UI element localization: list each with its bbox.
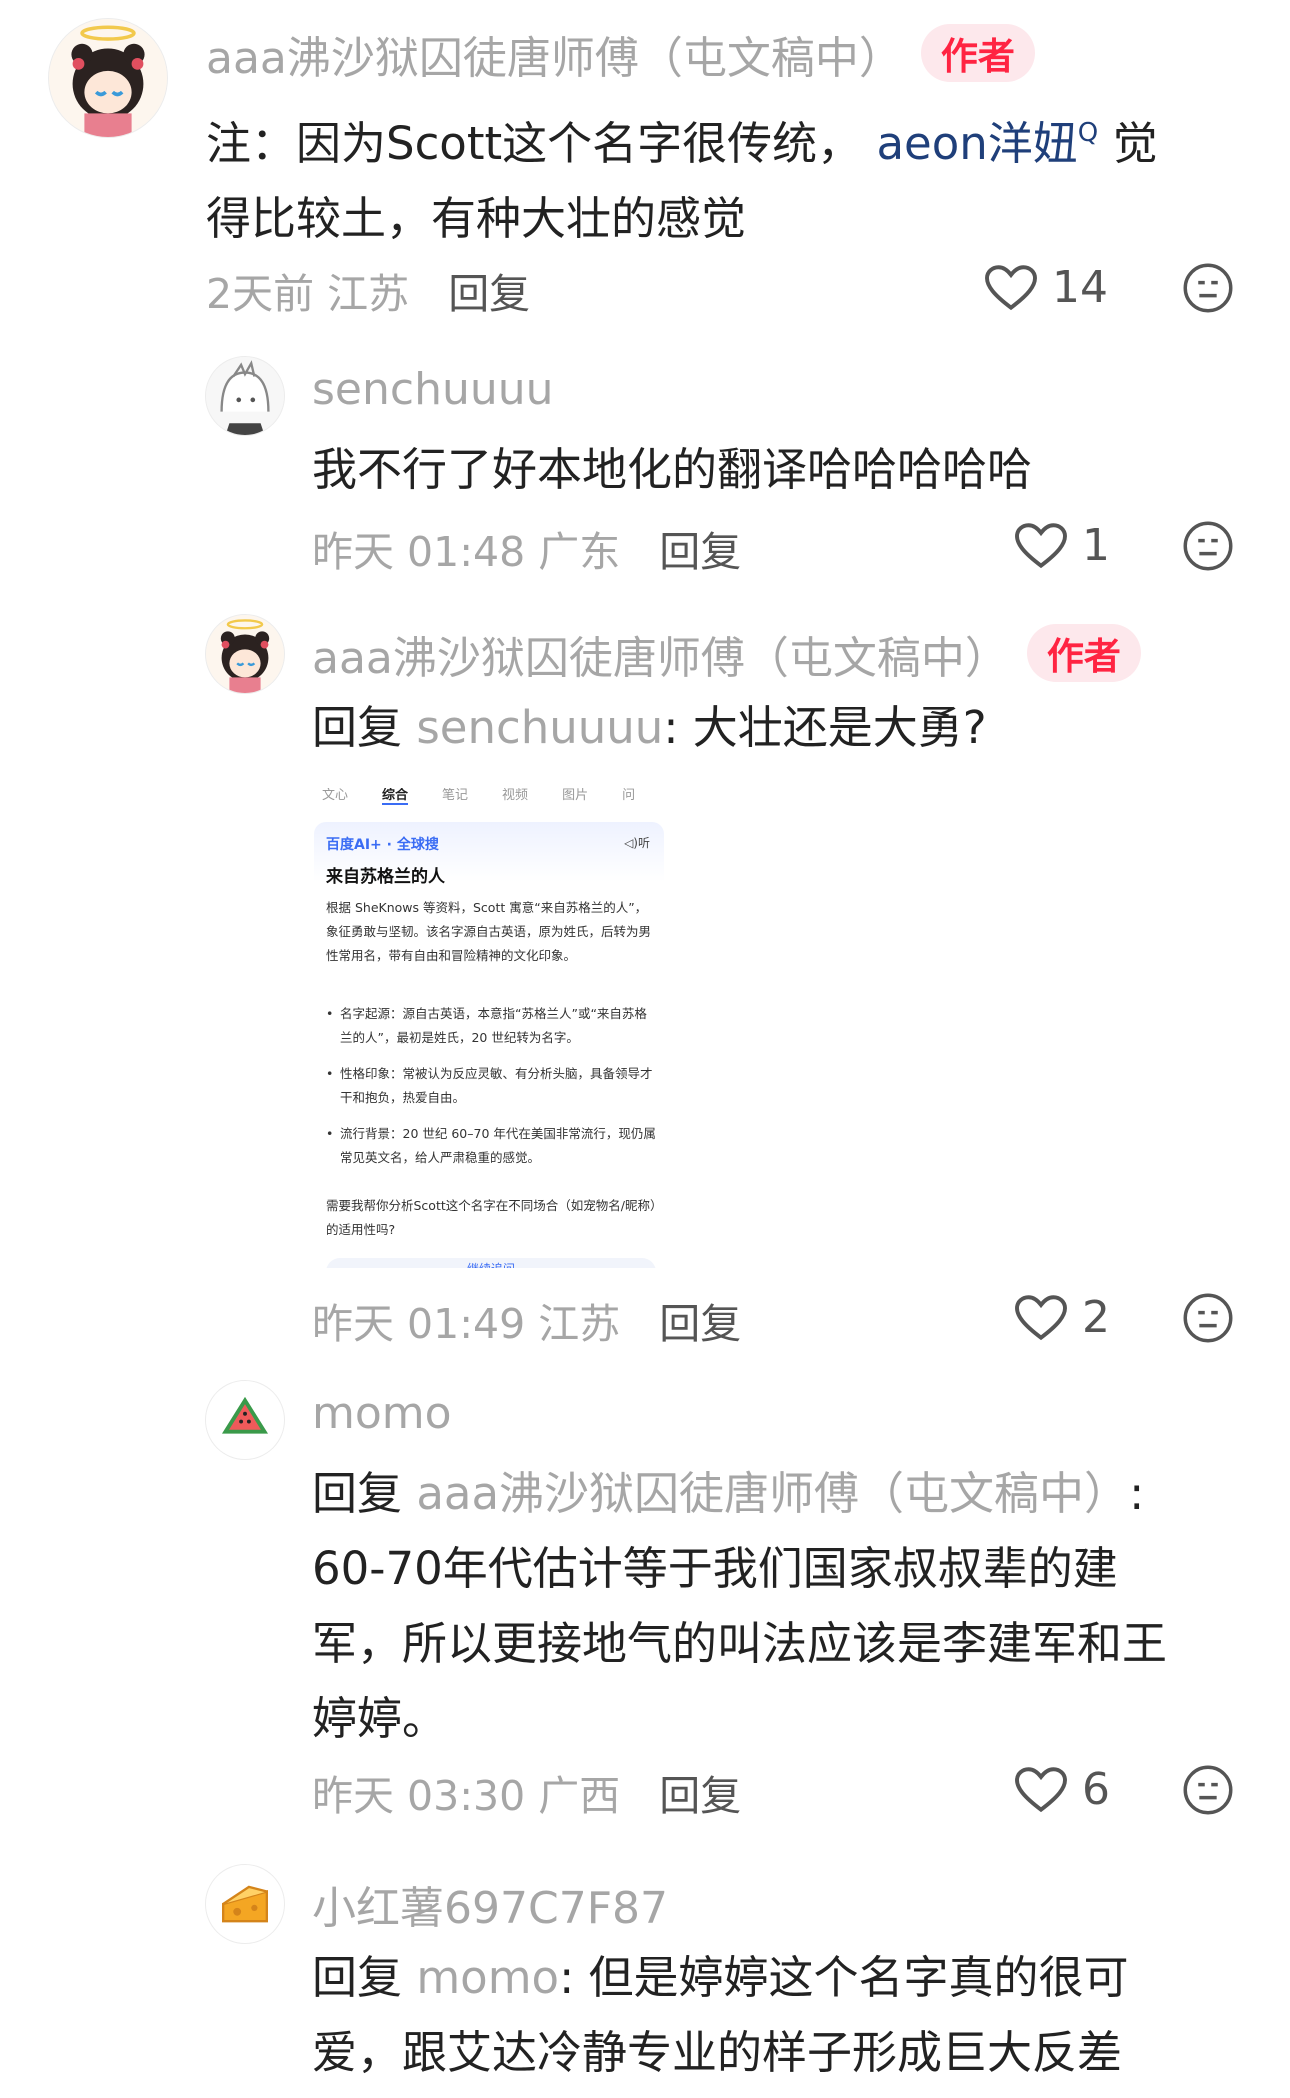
author-badge: 作者 (920, 24, 1035, 82)
comment-time: 2天前 (206, 270, 315, 318)
comment-text-part: 婷婷。 (312, 1692, 448, 1745)
heart-icon (985, 264, 1037, 310)
tab-item: 笔记 (442, 788, 469, 803)
avatar[interactable] (205, 614, 285, 694)
avatar-anime-girl-icon (49, 19, 167, 137)
avatar-anime-girl-icon (206, 615, 284, 693)
avatar[interactable] (205, 356, 285, 436)
reply-prefix: 回复 (312, 701, 403, 754)
tab-item: 综合 (382, 788, 409, 805)
emoji-reaction-icon[interactable] (1182, 1292, 1234, 1344)
answer-title: 来自苏格兰的人 (326, 867, 445, 887)
reply-button[interactable]: 回复 (659, 1300, 741, 1348)
tab-item: 文心 (322, 788, 349, 803)
heart-icon (1015, 1766, 1067, 1812)
emoji-reaction-icon[interactable] (1182, 262, 1234, 314)
comment-text: 回复 momo: 但是婷婷这个名字真的很可 爱，跟艾达冷静专业的样子形成巨大反差 (312, 1940, 1262, 2090)
avatar-sketch-girl-icon (206, 357, 284, 435)
avatar[interactable] (205, 1380, 285, 1460)
brand-label: 百度AI+ · 全球搜 (326, 837, 439, 853)
comment-meta: 昨天 03:30 广西 回复 (312, 1762, 741, 1822)
comment-meta: 2天前 江苏 回复 (206, 260, 530, 320)
comment-time: 昨天 01:49 (312, 1300, 526, 1348)
comment-text-part: : (1129, 1467, 1145, 1520)
like-button[interactable]: 14 (984, 262, 1108, 313)
comment-location: 广东 (538, 528, 621, 576)
like-count: 1 (1082, 520, 1110, 571)
comment-meta: 昨天 01:48 广东 回复 (312, 518, 741, 578)
comment-author-name[interactable]: aaa沸沙狱囚徒唐师傅（屯文稿中） 作者 (206, 22, 1035, 86)
like-count: 2 (1082, 1292, 1110, 1343)
comment-author-name[interactable]: 小红薯697C7F87 (312, 1872, 668, 1936)
comment-text: 回复 aaa沸沙狱囚徒唐师傅（屯文稿中）: 60-70年代估计等于我们国家叔叔辈… (312, 1456, 1252, 1756)
reply-button[interactable]: 回复 (659, 528, 741, 576)
comment-text-part: : 但是婷婷这个名字真的很可 (559, 1951, 1129, 2004)
tab-item: 图片 (562, 788, 589, 803)
answer-paragraph: 根据 SheKnows 等资料，Scott 寓意“来自苏格兰的人”，象征勇敢与坚… (326, 900, 652, 963)
comment-text: 注：因为Scott这个名字很传统， aeon洋妞Q 觉 得比较土，有种大壮的感觉 (206, 96, 1236, 256)
like-count: 6 (1082, 1764, 1110, 1815)
answer-paragraph: 需要我帮你分析Scott这个名字在不同场合（如宠物名/昵称）的适用性吗? (326, 1198, 657, 1237)
tab-item: 问 (622, 788, 636, 803)
heart-icon (1015, 522, 1067, 568)
like-count: 14 (1052, 262, 1108, 313)
listen-label: ◁)听 (624, 836, 650, 850)
comment-location: 江苏 (327, 270, 410, 318)
search-tabs: 文心 综合 笔记 视频 图片 问 (312, 788, 670, 805)
follow-up-button: 继续追问 (326, 1258, 656, 1268)
comment-author-name[interactable]: momo (312, 1388, 452, 1439)
comment-text: 我不行了好本地化的翻译哈哈哈哈哈 (312, 443, 1033, 496)
like-button[interactable]: 6 (1014, 1764, 1110, 1815)
reply-button[interactable]: 回复 (448, 270, 530, 318)
reply-to-user[interactable]: senchuuuu (416, 701, 663, 754)
reply-prefix: 回复 (312, 1467, 403, 1520)
reply-to-user[interactable]: momo (416, 1951, 559, 2004)
comment-author-name[interactable]: senchuuuu (312, 364, 554, 415)
reply-button[interactable]: 回复 (659, 1772, 741, 1820)
tab-item: 视频 (502, 788, 529, 803)
comment-location: 江苏 (538, 1300, 621, 1348)
answer-bullet: 名字起源：源自古英语，本意指“苏格兰人”或“来自苏格兰的人”，最初是姓氏，20 … (326, 1002, 656, 1050)
avatar[interactable] (48, 18, 168, 138)
author-name-text[interactable]: aaa沸沙狱囚徒唐师傅（屯文稿中） (312, 633, 1009, 684)
comment-text-part: : 大壮还是大勇? (663, 701, 987, 754)
comment-text: 回复 senchuuuu: 大壮还是大勇? (312, 690, 987, 765)
comment-text-part: 觉 (1112, 117, 1158, 170)
comment-location: 广西 (538, 1772, 621, 1820)
attached-image[interactable]: 文心 综合 笔记 视频 图片 问 百度AI+ · 全球搜 ◁)听 来自苏格兰的人… (312, 788, 670, 1268)
avatar[interactable] (205, 1864, 285, 1944)
like-button[interactable]: 1 (1014, 520, 1110, 571)
comment-text-part: 得比较土，有种大壮的感觉 (206, 192, 747, 245)
reply-prefix: 回复 (312, 1951, 403, 2004)
comment-text-part: 爱，跟艾达冷静专业的样子形成巨大反差 (312, 2026, 1123, 2079)
like-button[interactable]: 2 (1014, 1292, 1110, 1343)
search-icon: Q (1077, 118, 1099, 148)
reply-to-user[interactable]: aaa沸沙狱囚徒唐师傅（屯文稿中） (416, 1467, 1129, 1520)
ai-answer-card: 百度AI+ · 全球搜 ◁)听 来自苏格兰的人 根据 SheKnows 等资料，… (314, 822, 664, 1268)
comment-time: 昨天 01:48 (312, 528, 526, 576)
comment-time: 昨天 03:30 (312, 1772, 526, 1820)
cheese-icon (206, 1865, 284, 1943)
mention-text[interactable]: aeon洋妞 (876, 117, 1077, 170)
author-name-text[interactable]: aaa沸沙狱囚徒唐师傅（屯文稿中） (206, 33, 903, 84)
comment-text-part: 60-70年代估计等于我们国家叔叔辈的建 (312, 1542, 1118, 1595)
comment-meta: 昨天 01:49 江苏 回复 (312, 1290, 741, 1350)
heart-icon (1015, 1294, 1067, 1340)
emoji-reaction-icon[interactable] (1182, 520, 1234, 572)
author-badge: 作者 (1026, 624, 1141, 682)
answer-bullet: 流行背景：20 世纪 60–70 年代在美国非常流行，现仍属常见英文名，给人严肃… (326, 1122, 656, 1170)
comment-author-name[interactable]: aaa沸沙狱囚徒唐师傅（屯文稿中） 作者 (312, 622, 1141, 686)
answer-bullet: 性格印象：常被认为反应灵敏、有分析头脑，具备领导才干和抱负，热爱自由。 (326, 1062, 656, 1110)
mention-link[interactable]: aeon洋妞Q (876, 117, 1098, 170)
emoji-reaction-icon[interactable] (1182, 1764, 1234, 1816)
watermelon-icon (206, 1381, 284, 1459)
comment-text-part: 注：因为Scott这个名字很传统， (206, 117, 863, 170)
comment-text-part: 军，所以更接地气的叫法应该是李建军和王 (312, 1617, 1168, 1670)
